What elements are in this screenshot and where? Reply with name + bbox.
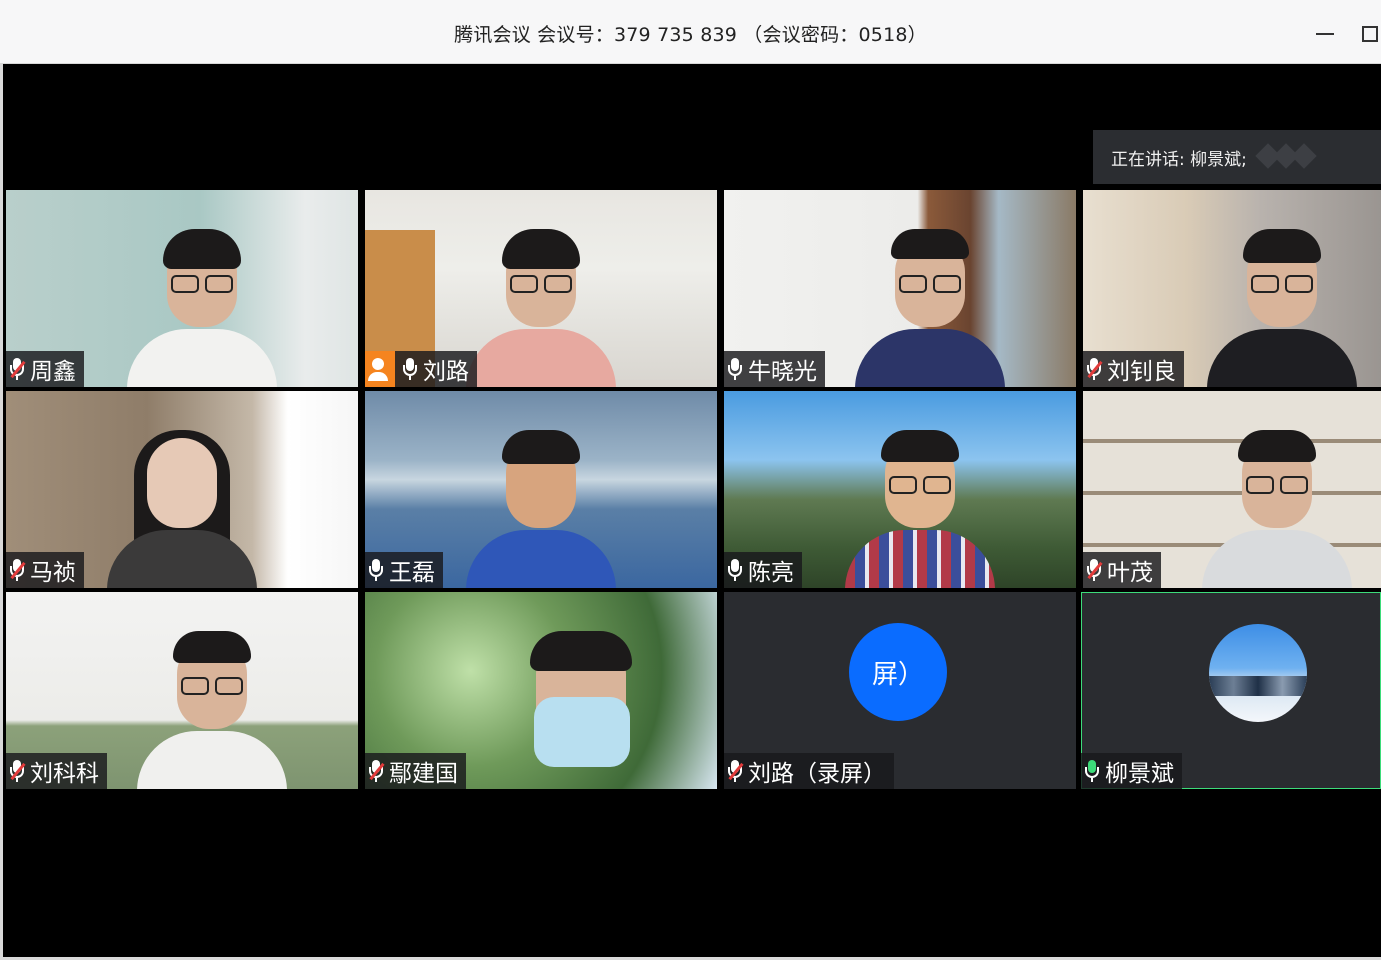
mic-muted-icon xyxy=(10,559,24,581)
participant-nametag: 王磊 xyxy=(365,552,443,588)
participant-video xyxy=(486,619,676,789)
participant-name: 叶茂 xyxy=(1107,560,1153,586)
participant-name: 刘钊良 xyxy=(1107,359,1176,385)
participant-video xyxy=(466,418,616,588)
mic-icon xyxy=(728,559,742,581)
participant-video xyxy=(845,418,995,588)
participant-video xyxy=(1207,217,1357,387)
participant-avatar: 屏） xyxy=(849,623,947,721)
participant-nametag: 柳景斌 xyxy=(1081,753,1182,789)
participant-nametag: 叶茂 xyxy=(1083,552,1161,588)
video-tile[interactable]: 陈亮 xyxy=(724,391,1076,588)
video-tile[interactable]: 王磊 xyxy=(365,391,717,588)
window-title: 腾讯会议 会议号：379 735 839 （会议密码：0518） xyxy=(454,24,927,46)
participant-nametag: 周鑫 xyxy=(6,351,84,387)
participant-video xyxy=(137,619,287,789)
participant-nametag: 马祯 xyxy=(6,552,84,588)
mic-muted-icon xyxy=(1087,559,1101,581)
title-bar[interactable]: 腾讯会议 会议号：379 735 839 （会议密码：0518） xyxy=(0,0,1381,64)
participant-nametag: 陈亮 xyxy=(724,552,802,588)
participant-name: 刘科科 xyxy=(30,761,99,787)
participant-name: 刘路 xyxy=(423,359,469,385)
participant-nametag: 刘路（录屏） xyxy=(724,753,894,789)
host-icon xyxy=(365,351,395,387)
participant-nametag: 刘钊良 xyxy=(1083,351,1184,387)
participant-video xyxy=(855,217,1005,387)
mic-icon xyxy=(728,358,742,380)
participant-video xyxy=(466,217,616,387)
mic-muted-icon xyxy=(369,760,383,782)
participant-video xyxy=(107,418,257,588)
participant-name: 周鑫 xyxy=(30,359,76,385)
participant-nametag: 牛晓光 xyxy=(724,351,825,387)
participant-video xyxy=(1202,418,1352,588)
participant-name: 马祯 xyxy=(30,560,76,586)
video-tile[interactable]: 马祯 xyxy=(6,391,358,588)
video-tile[interactable]: 牛晓光 xyxy=(724,190,1076,387)
mic-speaking-icon xyxy=(1085,760,1099,782)
participant-nametag: 鄢建国 xyxy=(365,753,466,789)
mic-muted-icon xyxy=(728,760,742,782)
video-tile[interactable]: 屏） 刘路（录屏） xyxy=(724,592,1076,789)
speaking-indicator: 正在讲话: 柳景斌; xyxy=(1093,130,1381,184)
video-tile[interactable]: 刘钊良 xyxy=(1083,190,1381,387)
participant-nametag: 刘科科 xyxy=(6,753,107,789)
mic-muted-icon xyxy=(10,358,24,380)
video-tile[interactable]: 周鑫 xyxy=(6,190,358,387)
video-tile[interactable]: 鄢建国 xyxy=(365,592,717,789)
mic-icon xyxy=(403,358,417,380)
participant-name: 王磊 xyxy=(389,560,435,586)
participant-name: 鄢建国 xyxy=(389,761,458,787)
participant-name: 刘路（录屏） xyxy=(748,761,886,787)
participant-name: 柳景斌 xyxy=(1105,761,1174,787)
video-tile-active-speaker[interactable]: 柳景斌 xyxy=(1081,592,1381,789)
video-tile[interactable]: 刘科科 xyxy=(6,592,358,789)
video-tile[interactable]: 叶茂 xyxy=(1083,391,1381,588)
video-tile[interactable]: 刘路 xyxy=(365,190,717,387)
mic-muted-icon xyxy=(1087,358,1101,380)
mic-icon xyxy=(369,559,383,581)
mic-muted-icon xyxy=(10,760,24,782)
speaking-wave-icon xyxy=(1255,143,1319,171)
participant-name: 牛晓光 xyxy=(748,359,817,385)
maximize-button[interactable] xyxy=(1355,18,1381,48)
speaking-label: 正在讲话: 柳景斌; xyxy=(1111,149,1247,170)
participant-video xyxy=(127,217,277,387)
participant-name: 陈亮 xyxy=(748,560,794,586)
participant-nametag: 刘路 xyxy=(365,351,477,387)
minimize-button[interactable] xyxy=(1310,18,1340,48)
participant-avatar-photo xyxy=(1209,624,1307,722)
